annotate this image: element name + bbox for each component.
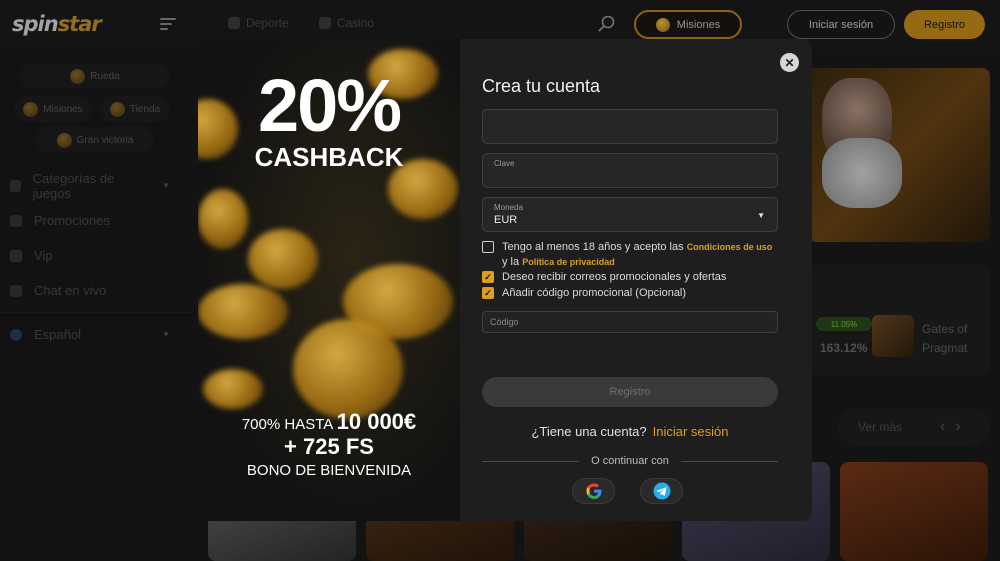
coin-image: [248, 229, 318, 289]
have-account-row: ¿Tiene una cuenta? Iniciar sesión: [531, 424, 729, 439]
google-icon: [586, 483, 601, 499]
coin-image: [293, 319, 403, 419]
google-login-button[interactable]: [572, 478, 615, 504]
password-field[interactable]: Clave: [482, 153, 778, 188]
promo-percentage: 20%: [257, 64, 402, 147]
signup-modal: 20% CASHBACK 700% HASTA 10 000€ + 725 FS…: [198, 39, 812, 521]
login-link[interactable]: Iniciar sesión: [653, 424, 729, 439]
promo-bonus-amount: 700% HASTA 10 000€: [241, 409, 417, 434]
telegram-icon: [653, 482, 670, 500]
terms-row: Tengo al menos 18 años y acepto las Cond…: [482, 240, 772, 270]
coin-image: [203, 369, 263, 409]
emails-checkbox[interactable]: ✓: [482, 271, 494, 283]
chevron-down-icon: ▼: [757, 211, 765, 220]
promo-code-row: ✓ Añadir código promocional (Opcional): [482, 286, 686, 301]
privacy-link[interactable]: Política de privacidad: [522, 257, 615, 267]
close-modal-button[interactable]: ✕: [780, 53, 799, 72]
promo-panel: 20% CASHBACK 700% HASTA 10 000€ + 725 FS…: [198, 39, 460, 521]
coin-image: [198, 189, 248, 249]
promo-welcome-bonus: BONO DE BIENVENIDA: [246, 462, 412, 479]
page: spinstar Deporte Casino Misiones Iniciar…: [0, 0, 1000, 561]
telegram-login-button[interactable]: [640, 478, 683, 504]
promo-free-spins: + 725 FS: [284, 434, 374, 459]
promo-code-checkbox[interactable]: ✓: [482, 287, 494, 299]
or-divider: O continuar con: [482, 455, 778, 467]
submit-register-button[interactable]: Registro: [482, 377, 778, 407]
terms-checkbox[interactable]: [482, 241, 494, 253]
promo-cashback: CASHBACK: [254, 142, 404, 172]
signup-form: Crea tu cuenta Clave Moneda EUR ▼ Tengo …: [460, 39, 812, 521]
coin-image: [198, 284, 288, 339]
terms-link[interactable]: Condiciones de uso: [687, 242, 773, 252]
promo-code-input[interactable]: Código: [482, 311, 778, 333]
form-title: Crea tu cuenta: [482, 76, 601, 96]
emails-row: ✓ Deseo recibir correos promocionales y …: [482, 270, 726, 285]
currency-select[interactable]: Moneda EUR ▼: [482, 197, 778, 232]
email-field[interactable]: [482, 109, 778, 144]
